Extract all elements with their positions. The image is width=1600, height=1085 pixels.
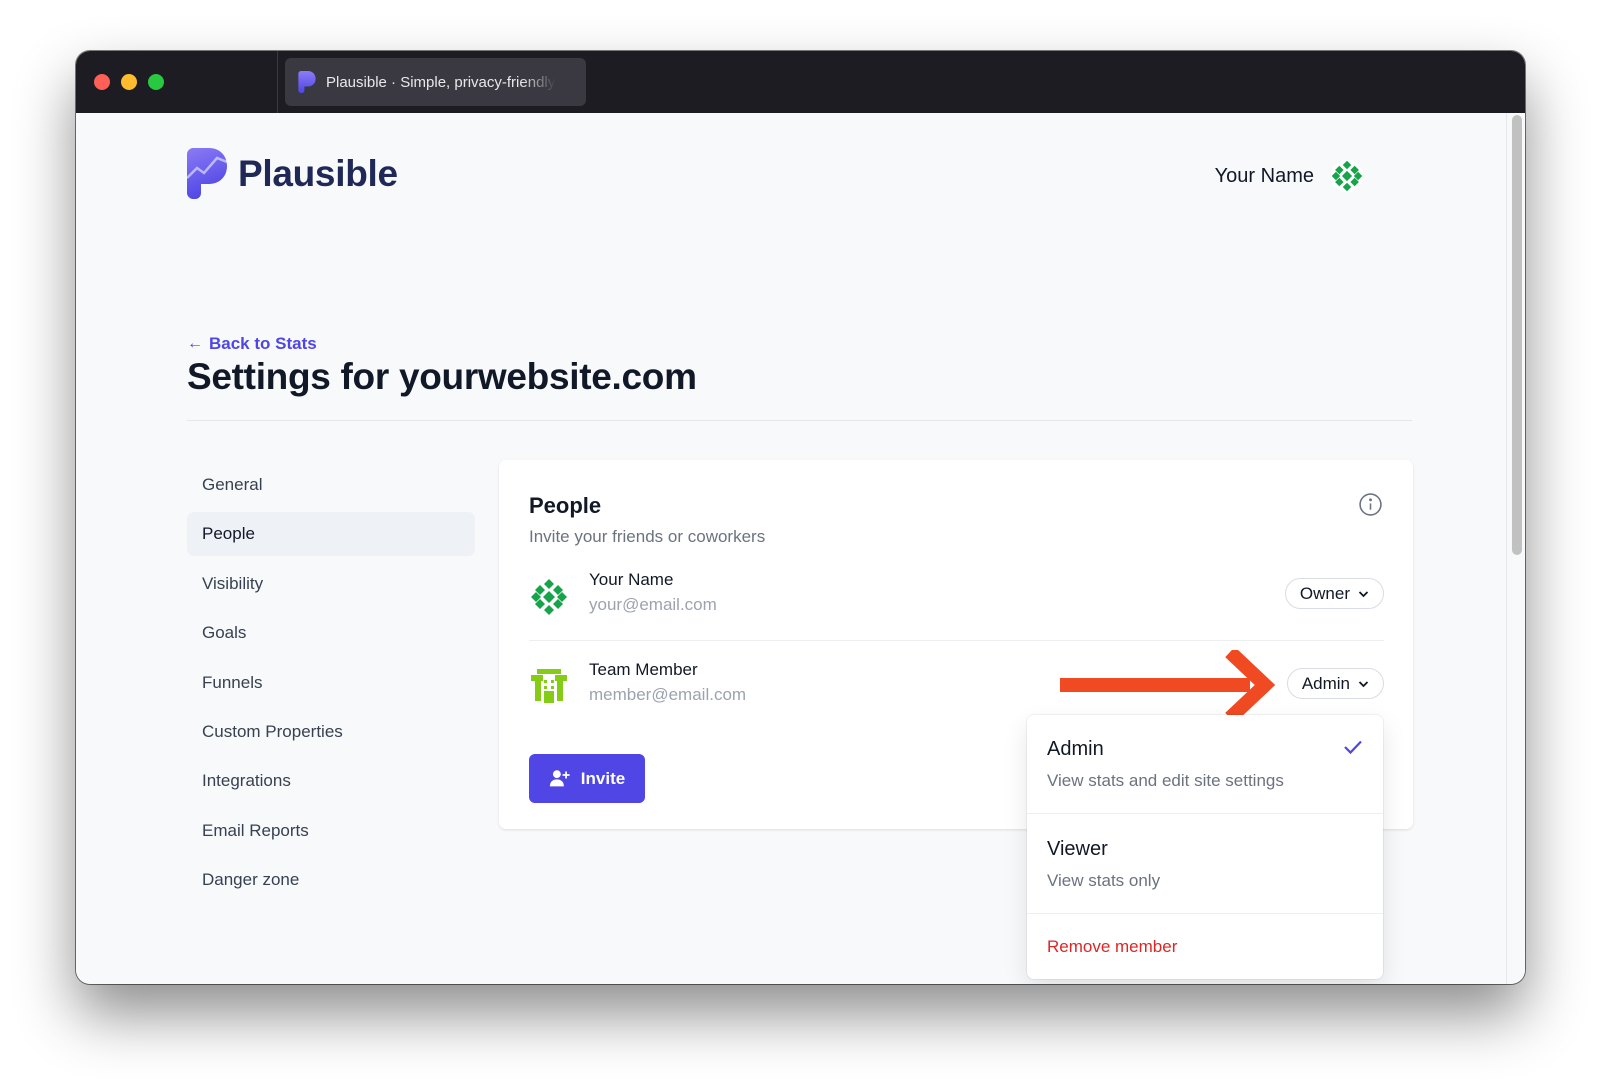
user-name: Your Name bbox=[1214, 164, 1314, 187]
scrollbar-thumb[interactable] bbox=[1512, 115, 1522, 555]
settings-sidebar: General People Visibility Goals Funnels … bbox=[187, 463, 475, 908]
sidebar-item-integrations[interactable]: Integrations bbox=[187, 759, 475, 803]
sidebar-item-people[interactable]: People bbox=[187, 512, 475, 557]
plausible-logo-icon bbox=[187, 148, 227, 199]
option-description: View stats and edit site settings bbox=[1047, 771, 1284, 790]
role-dropdown-menu: Admin View stats and edit site settings … bbox=[1027, 715, 1383, 979]
sidebar-item-custom-properties[interactable]: Custom Properties bbox=[187, 710, 475, 754]
option-title: Admin bbox=[1047, 738, 1104, 760]
user-plus-icon bbox=[549, 770, 570, 787]
role-label: Owner bbox=[1299, 583, 1350, 603]
role-option-admin[interactable]: Admin View stats and edit site settings bbox=[1027, 715, 1383, 813]
member-name: Your Name bbox=[589, 570, 674, 589]
browser-tab[interactable]: Plausible · Simple, privacy-friendly ana… bbox=[285, 58, 586, 106]
tab-title: Plausible · Simple, privacy-friendly ana… bbox=[326, 73, 556, 91]
sidebar-item-visibility[interactable]: Visibility bbox=[187, 562, 475, 606]
role-label: Admin bbox=[1301, 673, 1350, 693]
member-divider bbox=[529, 640, 1384, 641]
option-title: Viewer bbox=[1047, 838, 1108, 860]
invite-label: Invite bbox=[580, 768, 626, 788]
role-select-admin[interactable]: Admin bbox=[1286, 668, 1384, 699]
sidebar-item-general[interactable]: General bbox=[187, 463, 475, 507]
member-avatar-icon bbox=[531, 579, 567, 615]
back-link-label: Back to Stats bbox=[209, 334, 317, 353]
remove-member-button[interactable]: Remove member bbox=[1047, 937, 1177, 957]
member-row: Your Name your@email.com Owner bbox=[529, 567, 1384, 627]
info-icon[interactable] bbox=[1358, 492, 1383, 517]
invite-button[interactable]: Invite bbox=[529, 754, 645, 803]
option-description: View stats only bbox=[1047, 871, 1161, 890]
user-avatar-icon bbox=[1330, 159, 1364, 193]
sidebar-item-danger-zone[interactable]: Danger zone bbox=[187, 858, 475, 902]
member-name: Team Member bbox=[589, 660, 698, 679]
back-to-stats-link[interactable]: ← Back to Stats bbox=[187, 334, 317, 354]
member-email: your@email.com bbox=[589, 595, 717, 614]
close-window-button[interactable] bbox=[94, 74, 110, 90]
title-bar: Plausible · Simple, privacy-friendly ana… bbox=[76, 51, 1525, 113]
page-title: Settings for yourwebsite.com bbox=[187, 356, 697, 397]
page-content: Plausible Your Name ← Back to Stats Sett… bbox=[76, 113, 1506, 984]
dropdown-divider bbox=[1027, 913, 1383, 914]
vertical-scrollbar[interactable] bbox=[1506, 113, 1525, 984]
sidebar-item-goals[interactable]: Goals bbox=[187, 611, 475, 655]
browser-window: Plausible · Simple, privacy-friendly ana… bbox=[76, 51, 1525, 984]
check-icon bbox=[1344, 740, 1362, 755]
chevron-down-icon bbox=[1358, 680, 1369, 687]
annotation-arrow-icon bbox=[1060, 650, 1276, 720]
chevron-down-icon bbox=[1358, 590, 1369, 597]
arrow-left-icon: ← bbox=[187, 335, 203, 352]
sidebar-item-funnels[interactable]: Funnels bbox=[187, 661, 475, 705]
plausible-favicon-icon bbox=[298, 71, 316, 93]
role-option-viewer[interactable]: Viewer View stats only bbox=[1027, 814, 1383, 913]
role-select-owner[interactable]: Owner bbox=[1284, 578, 1384, 609]
card-subtitle: Invite your friends or coworkers bbox=[529, 527, 766, 546]
user-menu[interactable]: Your Name bbox=[1215, 159, 1364, 193]
titlebar-divider bbox=[277, 51, 278, 113]
brand-name: Plausible bbox=[238, 152, 398, 194]
header-divider bbox=[187, 420, 1412, 421]
minimize-window-button[interactable] bbox=[121, 74, 137, 90]
sidebar-item-email-reports[interactable]: Email Reports bbox=[187, 809, 475, 853]
plausible-logo[interactable]: Plausible bbox=[187, 148, 398, 199]
member-email: member@email.com bbox=[589, 685, 747, 704]
card-title: People bbox=[529, 493, 602, 518]
member-avatar-icon bbox=[531, 669, 567, 703]
maximize-window-button[interactable] bbox=[148, 74, 164, 90]
